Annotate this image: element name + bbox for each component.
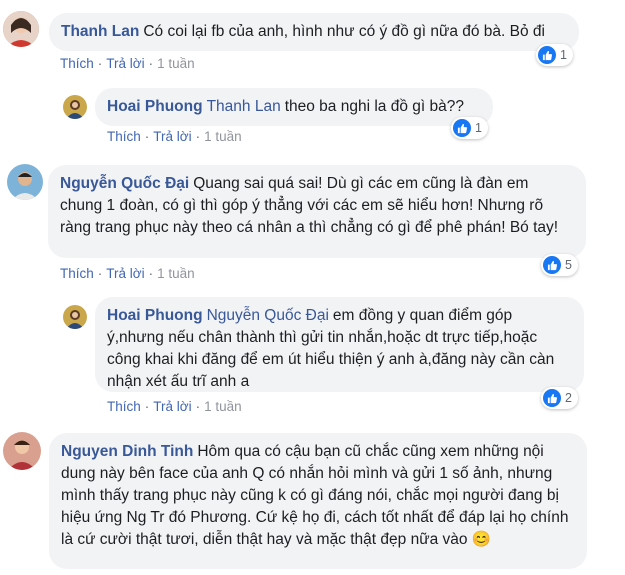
timestamp[interactable]: 1 tuần (157, 56, 195, 71)
smile-emoji-icon: 😊 (471, 531, 492, 548)
thumbs-up-icon (543, 256, 561, 274)
avatar-thanh-lan[interactable] (3, 11, 39, 47)
comment-actions: Thích · Trả lời · 1 tuần (60, 56, 195, 71)
reaction-number: 1 (560, 48, 567, 62)
comment-text: Có coi lại fb của anh, hình như có ý đồ … (143, 23, 545, 40)
thumbs-up-icon (543, 389, 561, 407)
reaction-number: 5 (565, 258, 572, 272)
timestamp[interactable]: 1 tuần (204, 399, 242, 414)
like-link[interactable]: Thích (60, 266, 94, 281)
reply-link[interactable]: Trả lời (106, 266, 144, 281)
mention-link[interactable]: Nguyễn Quốc Đại (207, 307, 329, 324)
reply-bubble: Hoai Phuong Thanh Lan theo ba nghi la đồ g… (95, 88, 493, 126)
reply-link[interactable]: Trả lời (153, 399, 191, 414)
reaction-number: 1 (475, 121, 482, 135)
reply-link[interactable]: Trả lời (106, 56, 144, 71)
like-link[interactable]: Thích (60, 56, 94, 71)
like-link[interactable]: Thích (107, 399, 141, 414)
timestamp[interactable]: 1 tuần (204, 129, 242, 144)
reaction-count[interactable]: 2 (541, 387, 578, 409)
reply-link[interactable]: Trả lời (153, 129, 191, 144)
thumbs-up-icon (453, 119, 471, 137)
comment-author[interactable]: Thanh Lan (61, 23, 139, 40)
comment-author[interactable]: Nguyen Dinh Tinh (61, 443, 193, 460)
reaction-number: 2 (565, 391, 572, 405)
like-link[interactable]: Thích (107, 129, 141, 144)
avatar-nguyen-quoc-dai[interactable] (7, 164, 43, 200)
comment-bubble: Nguyen Dinh Tinh Hôm qua có cậu bạn cũ ch… (49, 433, 587, 569)
avatar-hoai-phuong[interactable] (63, 95, 87, 119)
comment-actions: Thích · Trả lời · 1 tuần (60, 266, 195, 281)
reaction-count[interactable]: 1 (451, 117, 488, 139)
avatar-nguyen-dinh-tinh[interactable] (3, 432, 41, 470)
reply-bubble: Hoai Phuong Nguyễn Quốc Đại em đồng y quan… (95, 297, 584, 392)
reaction-count[interactable]: 1 (536, 44, 573, 66)
timestamp[interactable]: 1 tuần (157, 266, 195, 281)
comment-actions: Thích · Trả lời · 1 tuần (107, 129, 242, 144)
comment-author[interactable]: Hoai Phuong (107, 307, 203, 324)
thumbs-up-icon (538, 46, 556, 64)
comment-text: theo ba nghi la đồ gì bà?? (284, 98, 464, 115)
comment-bubble: Thanh Lan Có coi lại fb của anh, hình như… (49, 13, 579, 51)
comment-author[interactable]: Hoai Phuong (107, 98, 203, 115)
comment-bubble: Nguyễn Quốc Đại Quang sai quá sai! Dù gì … (48, 165, 586, 258)
avatar-hoai-phuong[interactable] (63, 305, 87, 329)
reaction-count[interactable]: 5 (541, 254, 578, 276)
comment-author[interactable]: Nguyễn Quốc Đại (60, 175, 189, 192)
mention-link[interactable]: Thanh Lan (207, 98, 281, 115)
comment-actions: Thích · Trả lời · 1 tuần (107, 399, 242, 414)
